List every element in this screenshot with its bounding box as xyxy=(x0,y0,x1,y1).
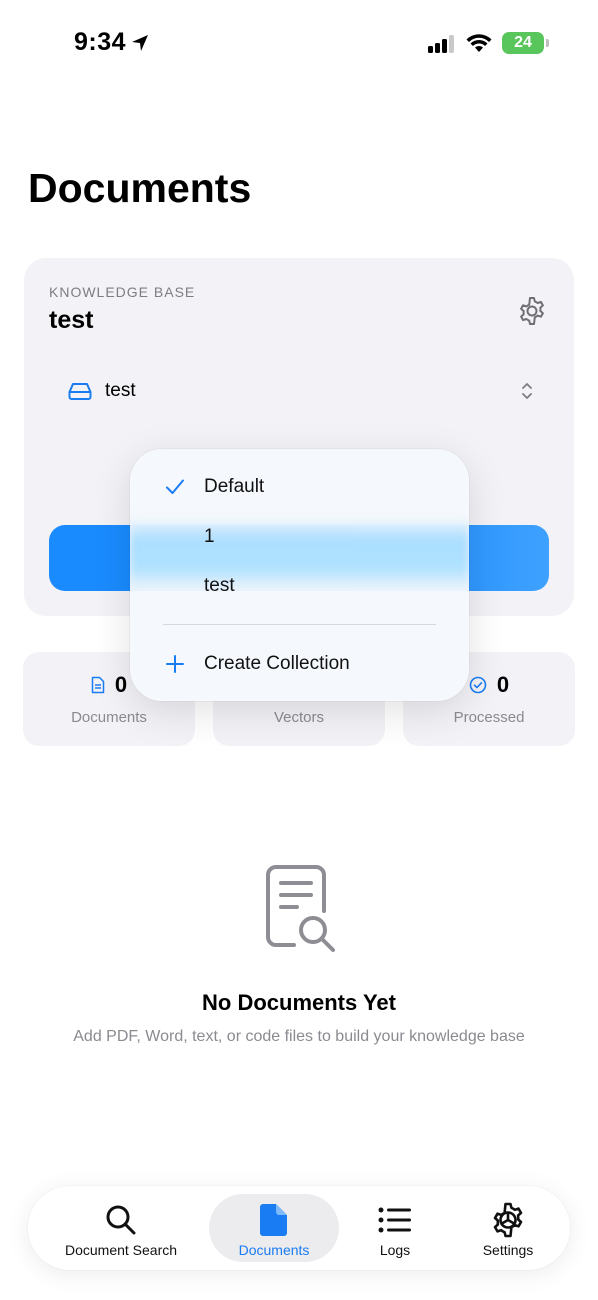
menu-item-label: Default xyxy=(204,476,265,497)
list-icon xyxy=(378,1202,412,1238)
settings-icon xyxy=(490,1202,526,1238)
tab-label: Settings xyxy=(482,1242,534,1258)
menu-item-test[interactable]: test xyxy=(130,564,469,608)
checkmark-icon xyxy=(164,476,186,498)
collection-picker-label: test xyxy=(105,380,136,401)
tab-label: Logs xyxy=(379,1242,411,1258)
menu-item-label: 1 xyxy=(204,526,215,547)
menu-item-default[interactable]: Default xyxy=(130,465,469,509)
stat-processed-label: Processed xyxy=(453,709,525,726)
menu-divider xyxy=(163,624,436,625)
chevron-up-down-icon xyxy=(522,383,532,399)
tab-logs[interactable]: Logs xyxy=(350,1194,440,1262)
empty-state-subtitle: Add PDF, Word, text, or code files to bu… xyxy=(73,1028,525,1045)
document-search-icon xyxy=(266,865,335,952)
tab-label: Documents xyxy=(238,1242,310,1258)
status-indicators: 24 xyxy=(428,32,549,54)
cellular-signal-icon xyxy=(428,35,454,53)
battery-level: 24 xyxy=(514,34,532,51)
wifi-icon xyxy=(466,34,492,52)
tab-label: Document Search xyxy=(64,1242,178,1258)
document-icon xyxy=(91,676,105,694)
collection-picker[interactable]: test xyxy=(68,376,534,406)
tab-bar: Document Search Documents Logs Settings xyxy=(28,1186,570,1270)
stat-documents-label: Documents xyxy=(71,709,147,726)
collection-menu: Default 1 test Create Collection xyxy=(130,449,469,701)
knowledge-base-name: test xyxy=(49,306,94,334)
empty-state-title: No Documents Yet xyxy=(202,990,396,1015)
battery-indicator: 24 xyxy=(502,32,549,54)
search-icon xyxy=(105,1202,137,1238)
menu-item-label: test xyxy=(204,575,235,596)
stat-processed-value: 0 xyxy=(496,672,510,697)
create-collection-label: Create Collection xyxy=(204,653,350,674)
create-collection-item[interactable]: Create Collection xyxy=(130,642,469,686)
check-circle-icon xyxy=(469,676,487,694)
tab-documents[interactable]: Documents xyxy=(209,1194,339,1262)
tab-document-search[interactable]: Document Search xyxy=(48,1194,194,1262)
status-bar: 9:34 24 xyxy=(0,0,598,90)
menu-item-1[interactable]: 1 xyxy=(130,515,469,559)
page-title: Documents xyxy=(28,165,252,211)
stat-vectors-label: Vectors xyxy=(273,709,325,726)
stat-documents-value: 0 xyxy=(114,672,128,697)
status-time-text: 9:34 xyxy=(74,28,127,56)
drive-icon xyxy=(68,383,92,400)
document-icon xyxy=(260,1202,288,1238)
gear-icon[interactable] xyxy=(516,295,548,327)
status-time: 9:34 xyxy=(74,28,150,57)
plus-icon xyxy=(164,653,186,675)
tab-settings[interactable]: Settings xyxy=(460,1194,556,1262)
location-arrow-icon xyxy=(132,34,149,51)
knowledge-base-eyebrow: KNOWLEDGE BASE xyxy=(49,284,196,300)
